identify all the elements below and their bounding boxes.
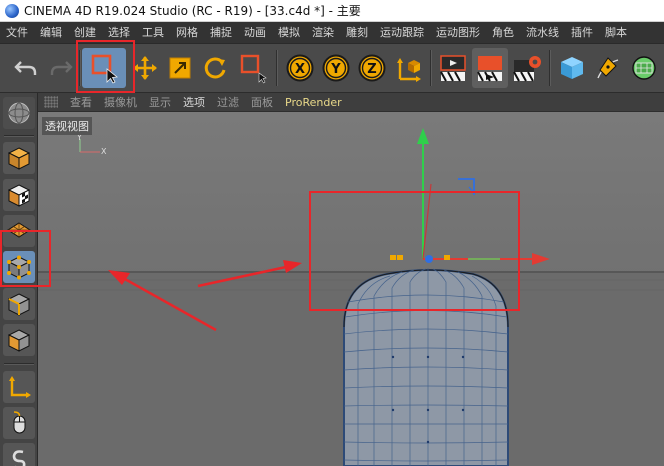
snap-magnet-icon [12, 450, 26, 466]
checker-cube-icon [7, 184, 31, 207]
rotate-tool-button[interactable] [198, 48, 232, 88]
edges-cube-icon [7, 293, 31, 316]
viewport-menu-panel[interactable]: 面板 [245, 94, 279, 110]
menu-script[interactable]: 脚本 [599, 22, 633, 44]
axis-x-letter: X [295, 62, 305, 77]
scale-icon [169, 57, 191, 79]
edges-mode-button[interactable] [3, 288, 35, 320]
sphere-wire-icon [8, 102, 30, 124]
annotation-box-gizmo [309, 191, 520, 311]
subdivision-surface-button[interactable] [626, 48, 662, 88]
viewport-menu-display[interactable]: 显示 [143, 94, 177, 110]
mouse-icon [13, 411, 26, 434]
menu-sculpt[interactable]: 雕刻 [340, 22, 374, 44]
axis-y-letter: Y [330, 62, 341, 77]
coordinate-system-button[interactable] [392, 48, 426, 88]
menu-tools[interactable]: 工具 [136, 22, 170, 44]
undo-button[interactable] [8, 48, 44, 88]
z-axis-icon: Z [358, 54, 386, 82]
workplane-button[interactable] [3, 97, 35, 129]
panel-grip-handle[interactable] [44, 96, 58, 108]
render-settings-button[interactable] [509, 48, 545, 88]
render-to-picture-viewer-button[interactable] [472, 48, 508, 88]
title-bar: CINEMA 4D R19.024 Studio (RC - R19) - [3… [0, 0, 664, 22]
menu-snap[interactable]: 捕捉 [204, 22, 238, 44]
cube-object-button[interactable] [555, 48, 589, 88]
redo-icon [50, 61, 73, 75]
viewport-menu-filter[interactable]: 过滤 [211, 94, 245, 110]
polygons-mode-button[interactable] [3, 324, 35, 356]
world-axis-indicator: Y X [76, 133, 107, 156]
enable-axis-icon [9, 376, 31, 398]
menu-edit[interactable]: 编辑 [34, 22, 68, 44]
lock-z-axis-button[interactable]: Z [355, 48, 389, 88]
viewport-label: 透视视图 [42, 117, 92, 135]
recent-selection-icon [240, 54, 267, 84]
axis-mode-button[interactable] [3, 371, 35, 403]
editable-cube-icon [7, 147, 31, 170]
viewport-menu-view[interactable]: 查看 [64, 94, 98, 110]
render-view-button[interactable] [435, 48, 471, 88]
mini-axis-x-label: X [101, 147, 107, 156]
make-editable-button[interactable] [3, 142, 35, 174]
snapping-button[interactable] [3, 443, 35, 466]
picture-viewer-icon [477, 56, 502, 82]
lock-y-axis-button[interactable]: Y [319, 48, 353, 88]
menu-mesh[interactable]: 网格 [170, 22, 204, 44]
viewport-menu-cameras[interactable]: 摄像机 [98, 94, 143, 110]
menu-animate[interactable]: 动画 [238, 22, 272, 44]
lock-x-axis-button[interactable]: X [283, 48, 317, 88]
move-icon [133, 56, 157, 80]
pen-spline-button[interactable] [591, 48, 625, 88]
world-coordinate-icon [397, 58, 421, 82]
viewport-menu-prorender[interactable]: ProRender [279, 96, 348, 109]
window-title: CINEMA 4D R19.024 Studio (RC - R19) - [3… [24, 4, 361, 18]
annotation-box-points-mode [0, 230, 51, 287]
viewport-menu-bar: 查看 摄像机 显示 选项 过滤 面板 ProRender [38, 93, 664, 112]
y-axis-icon: Y [322, 54, 350, 82]
subdivision-surface-icon [632, 56, 656, 80]
tweak-mode-button[interactable] [3, 407, 35, 439]
axis-z-letter: Z [367, 62, 376, 77]
cube-primitive-icon [561, 57, 583, 79]
menu-character[interactable]: 角色 [486, 22, 520, 44]
menu-file[interactable]: 文件 [0, 22, 34, 44]
rotate-icon [204, 57, 226, 79]
gizmo-y-arrowhead[interactable] [417, 128, 429, 144]
menu-plugins[interactable]: 插件 [565, 22, 599, 44]
viewport-menu-options[interactable]: 选项 [177, 94, 211, 110]
menu-pipeline[interactable]: 流水线 [520, 22, 565, 44]
annotation-box-selection-tool [76, 40, 135, 93]
gizmo-x-arrowhead[interactable] [532, 253, 550, 265]
render-view-icon [440, 55, 466, 82]
recent-tool-button[interactable] [234, 48, 274, 88]
undo-icon [14, 61, 37, 75]
menu-mograph[interactable]: 运动图形 [430, 22, 486, 44]
polygons-cube-icon [7, 329, 31, 352]
render-settings-icon [513, 56, 541, 82]
scale-tool-button[interactable] [163, 48, 197, 88]
pen-spline-icon [597, 57, 619, 79]
x-axis-icon: X [286, 54, 314, 82]
cinema4d-app-icon [5, 3, 19, 18]
redo-button[interactable] [44, 48, 78, 88]
menu-render[interactable]: 渲染 [306, 22, 340, 44]
menu-simulate[interactable]: 模拟 [272, 22, 306, 44]
texture-mode-button[interactable] [3, 179, 35, 211]
menu-motion-tracking[interactable]: 运动跟踪 [374, 22, 430, 44]
